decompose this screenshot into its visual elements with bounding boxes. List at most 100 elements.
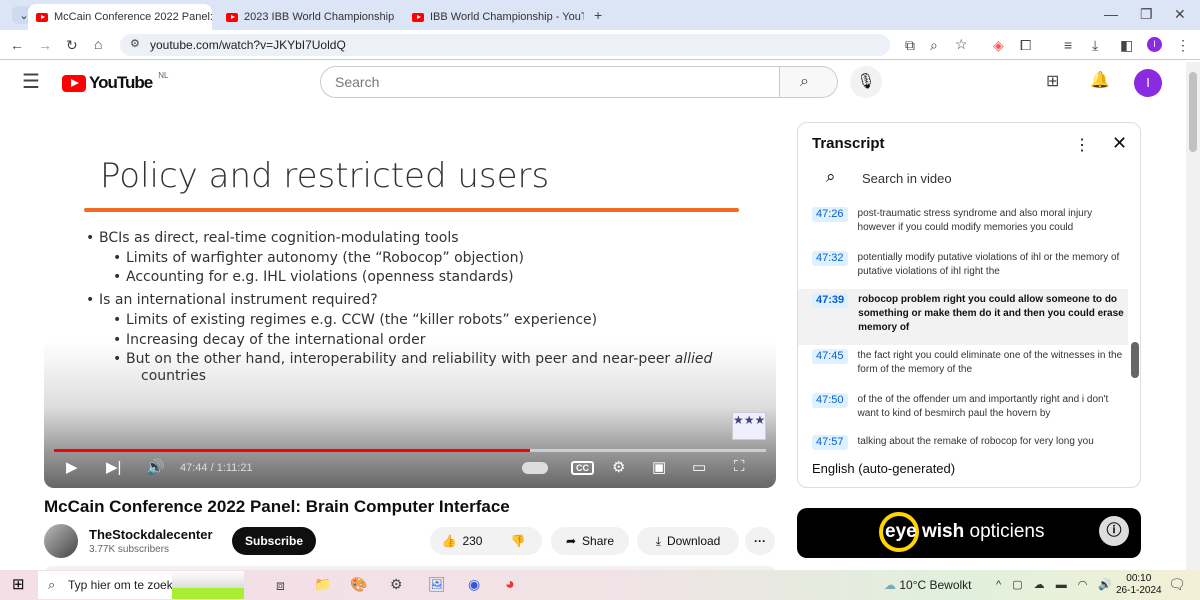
download-icon: ⤓ [655, 533, 661, 548]
youtube-logo-text: YouTube [89, 73, 153, 92]
settings-gear-icon[interactable]: ⚙ [612, 458, 625, 476]
ad-info-icon[interactable]: ⓘ [1099, 516, 1129, 546]
chrome-icon[interactable]: ◕ [505, 577, 515, 593]
photos-icon[interactable]: 🖼 [428, 577, 446, 591]
tab-ibb-2023[interactable]: 2023 IBB World Championship |✕ [218, 4, 396, 30]
channel-name[interactable]: TheStockdalecenter [89, 527, 213, 542]
bullet-dot: • [86, 230, 95, 246]
volume-icon[interactable]: 🔊 [146, 458, 165, 476]
voice-search-button[interactable]: 🎙 [850, 66, 882, 98]
forward-icon[interactable]: → [38, 38, 52, 52]
tab-title: IBB World Championship - YouT [430, 11, 584, 23]
restore-icon[interactable]: ❐ [1140, 7, 1153, 21]
fullscreen-icon[interactable]: ⛶ [734, 458, 745, 475]
next-icon[interactable]: ▶| [106, 458, 121, 476]
transcript-segment[interactable]: 47:39 robocop problem right you could all… [798, 289, 1128, 345]
hamburger-menu-icon[interactable]: ☰ [22, 72, 40, 92]
tab-ibb[interactable]: IBB World Championship - YouT✕ [404, 4, 584, 30]
paint-icon[interactable]: 🎨 [350, 577, 367, 591]
video-title: McCain Conference 2022 Panel: Brain Comp… [44, 497, 510, 516]
search-button[interactable]: ⌕ [780, 66, 838, 98]
transcript-segment[interactable]: 47:57 talking about the remake of robocop… [798, 431, 1128, 454]
share-button[interactable]: ➦ Share [551, 527, 629, 555]
theater-mode-icon[interactable]: ▭ [692, 458, 706, 476]
side-panel-icon[interactable]: ◧ [1120, 38, 1133, 52]
play-icon[interactable]: ▶ [66, 458, 78, 476]
page-scrollbar[interactable] [1186, 62, 1200, 570]
like-button[interactable]: 👍 230 [430, 527, 494, 555]
clock[interactable]: 00:10 26-1-2024 [1116, 573, 1162, 597]
file-explorer-icon[interactable]: 📁 [314, 577, 331, 591]
subscribe-button[interactable]: Subscribe [232, 527, 316, 555]
create-video-icon[interactable]: ⊞ [1046, 74, 1059, 90]
app-icon[interactable]: ◉ [468, 577, 480, 591]
segment-timestamp[interactable]: 47:26 [812, 207, 848, 222]
segment-timestamp[interactable]: 47:45 [812, 349, 848, 364]
transcript-search-input[interactable]: Search in video [862, 171, 952, 186]
youtube-favicon-icon [412, 12, 424, 22]
more-actions-button[interactable]: ··· [745, 527, 775, 555]
subscriber-count: 3.77K subscribers [89, 544, 170, 555]
home-icon[interactable]: ⌂ [94, 37, 102, 51]
ad-banner[interactable]: eye wish opticiens ⓘ [797, 508, 1141, 558]
site-info-icon[interactable]: ⚙ [130, 39, 140, 50]
segment-timestamp[interactable]: 47:39 [812, 293, 849, 308]
downloads-icon[interactable]: ⤓ [1092, 38, 1098, 52]
search-icon: ⌕ [800, 73, 809, 90]
url-text: youtube.com/watch?v=JKYbI7UoldQ [150, 38, 346, 52]
search-icon: ⌕ [48, 577, 56, 592]
open-in-app-icon[interactable]: ⧉ [905, 38, 915, 52]
progress-bar[interactable] [54, 449, 766, 452]
back-icon[interactable]: ← [10, 38, 24, 52]
transcript-language-selector[interactable]: English (auto-generated) [812, 461, 955, 476]
search-input[interactable]: Search [320, 66, 780, 98]
account-avatar[interactable]: I [1134, 69, 1162, 97]
extensions-puzzle-icon[interactable]: ⧠ [1020, 38, 1031, 52]
slide-bullet: Is an international instrument required? [99, 292, 378, 308]
bookmark-star-icon[interactable]: ☆ [955, 37, 968, 51]
transcript-segment[interactable]: 47:32 potentially modify putative violati… [798, 247, 1128, 283]
search-icon: ⌕ [826, 167, 836, 186]
task-view-icon[interactable]: ⧈ [276, 578, 285, 592]
reading-list-icon[interactable]: ≡ [1064, 38, 1072, 52]
zoom-icon[interactable]: ⌕ [930, 38, 938, 52]
close-window-icon[interactable]: ✕ [1174, 7, 1186, 21]
profile-avatar[interactable]: I [1147, 37, 1162, 52]
transcript-segment[interactable]: 47:50 of the of the offender um and impor… [798, 389, 1128, 425]
dislike-button[interactable]: 👎 [494, 527, 542, 555]
transcript-segment[interactable]: 47:26 post-traumatic stress syndrome and … [798, 203, 1128, 239]
transcript-scrollbar[interactable] [1131, 342, 1139, 378]
windows-start-icon[interactable]: ⊞ [12, 577, 25, 592]
video-player[interactable]: Policy and restricted users BCIs as dire… [44, 122, 776, 488]
segment-text: talking about the remake of robocop for … [857, 436, 1094, 447]
reload-icon[interactable]: ↻ [66, 38, 78, 52]
system-tray-icons[interactable]: ^ ▢ ☁ ▬ ◠ 🔊 [996, 578, 1116, 591]
tab-mccain[interactable]: McCain Conference 2022 Panel:✕ [28, 4, 212, 30]
captions-button[interactable]: CC [571, 461, 594, 475]
menu-icon[interactable]: ⋮ [1176, 38, 1190, 52]
notifications-bell-icon[interactable]: 🔔 [1090, 73, 1110, 89]
close-transcript-icon[interactable]: ✕ [1112, 133, 1127, 154]
settings-icon[interactable]: ⚙ [390, 577, 403, 591]
transcript-segment[interactable]: 47:45 the fact right you could eliminate … [798, 345, 1128, 381]
taskbar-search-input[interactable]: ⌕ Typ hier om te zoeken [38, 571, 186, 599]
segment-timestamp[interactable]: 47:50 [812, 393, 848, 408]
slide-bullet: countries [141, 368, 207, 384]
url-field[interactable]: ⚙ youtube.com/watch?v=JKYbI7UoldQ [120, 34, 890, 56]
segment-timestamp[interactable]: 47:32 [812, 251, 848, 266]
download-button[interactable]: ⤓ Download [637, 527, 739, 555]
channel-avatar[interactable] [44, 524, 78, 558]
youtube-favicon-icon [226, 12, 238, 22]
segment-text: the fact right you could eliminate one o… [857, 350, 1123, 375]
transcript-more-icon[interactable]: ⋮ [1074, 135, 1090, 155]
new-tab-icon[interactable]: + [594, 8, 602, 22]
autoplay-toggle[interactable] [522, 462, 548, 474]
extension-icon[interactable]: ◈ [993, 38, 1004, 52]
miniplayer-icon[interactable]: ▣ [652, 458, 666, 476]
minimize-icon[interactable]: — [1104, 7, 1118, 21]
weather-widget[interactable]: ☁ 10°C Bewolkt [884, 578, 972, 592]
youtube-logo[interactable]: YouTube NL [62, 71, 168, 93]
slide-divider [84, 208, 739, 212]
notification-center-icon[interactable]: 🗨 [1168, 577, 1186, 591]
segment-timestamp[interactable]: 47:57 [812, 435, 848, 450]
